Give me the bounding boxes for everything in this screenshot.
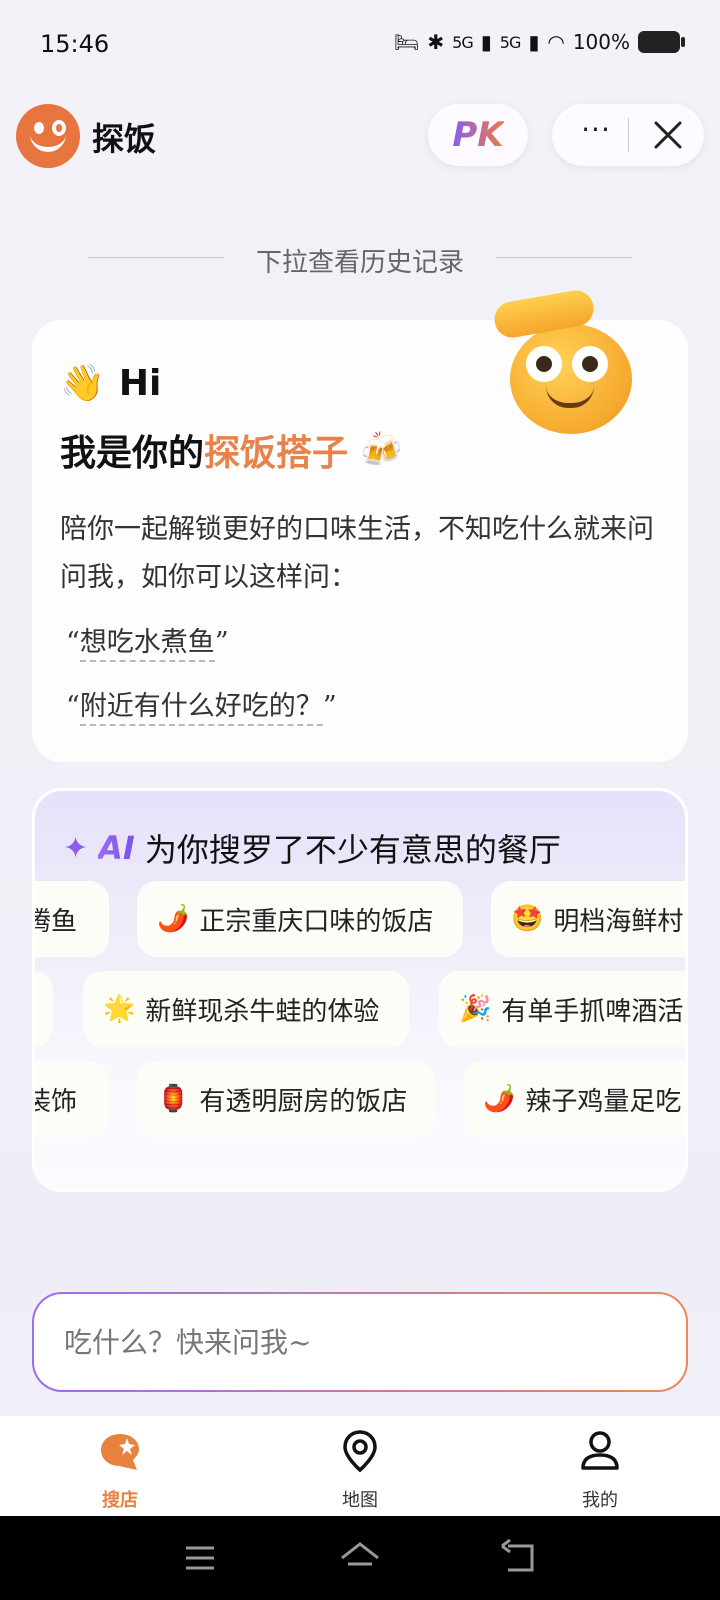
bluetooth-icon: ✱ — [427, 30, 445, 54]
ai-title-text: 为你搜罗了不少有意思的餐厅 — [144, 831, 561, 869]
greeting-prefix: 我是你的 — [60, 433, 205, 474]
suggestion-chip[interactable]: 🌶️ 辣子鸡量足吃 — [463, 1061, 685, 1137]
hint-divider-left — [88, 257, 224, 258]
app-logo-icon — [16, 104, 80, 168]
battery-text: 100% — [572, 30, 630, 54]
close-icon[interactable] — [650, 117, 686, 153]
pull-hint-text: 下拉查看历史记录 — [255, 248, 464, 278]
greeting-line: 我是你的 探饭搭子 🍻 — [60, 424, 402, 476]
signal-bars-icon-2: ▮ — [528, 30, 540, 54]
example-question-2[interactable]: “附近有什么好吃的？” — [66, 684, 337, 726]
signal-5g-icon-2: 5G — [499, 32, 522, 52]
hint-divider-right — [496, 257, 632, 258]
pk-label: PK — [452, 115, 504, 155]
menu-icon[interactable] — [178, 1536, 222, 1580]
more-icon[interactable]: ··· — [576, 116, 616, 152]
nav-label-profile: 我的 — [582, 1490, 618, 1511]
chili-icon: 🌶️ — [483, 1084, 516, 1114]
status-time: 15:46 — [40, 30, 110, 58]
signal-bars-icon: ▮ — [480, 30, 492, 54]
nav-item-search-shop[interactable]: 搜店 — [60, 1428, 180, 1512]
red-lantern-icon: 🏮 — [157, 1084, 190, 1114]
suggestion-chip[interactable]: 🤩 明档海鲜村 — [491, 881, 685, 957]
suggestion-chip[interactable]: 装饰 — [35, 1061, 109, 1137]
greeting-hi-text: Hi — [118, 362, 162, 404]
suggestion-chip[interactable]: 🌶️ 正宗重庆口味的饭店 — [137, 881, 463, 957]
example-question-1[interactable]: “想吃水煮鱼” — [66, 620, 229, 662]
suggestion-chip[interactable]: 🏮 有透明厨房的饭店 — [137, 1061, 435, 1137]
suggestion-chip[interactable]: 🎉 有单手抓啤酒活 — [439, 971, 685, 1047]
status-bar: 15:46 🛏 ✱ 5G ▮ 5G ▮ ◠ 100% — [0, 0, 720, 92]
sparkle-icon: ✦ — [63, 830, 89, 866]
example-question-2-text: 附近有什么好吃的？ — [79, 691, 323, 726]
suggestion-chip[interactable]: 🌟 新鲜现杀牛蛙的体验 — [83, 971, 409, 1047]
map-pin-icon — [343, 1430, 377, 1473]
glowing-star-icon: 🌟 — [103, 994, 136, 1024]
greeting-accent: 探饭搭子 — [204, 433, 349, 474]
mini-program-capsule: ··· — [552, 104, 704, 166]
star-eyes-icon: 🤩 — [511, 904, 544, 934]
pk-button[interactable]: PK — [428, 104, 528, 166]
ai-suggestions-card: ✦ AI 为你搜罗了不少有意思的餐厅 腾鱼 🌶️ 正宗重庆口味的饭店 🤩 明档海… — [32, 788, 688, 1192]
nav-label-search-shop: 搜店 — [102, 1490, 138, 1511]
wifi-icon: ◠ — [547, 30, 565, 54]
signal-5g-icon: 5G — [452, 32, 474, 52]
nav-label-map: 地图 — [342, 1490, 378, 1511]
nav-item-profile[interactable]: 我的 — [540, 1428, 660, 1512]
intro-text: 陪你一起解锁更好的口味生活，不知吃什么就来问问我，如你可以这样问： — [60, 514, 654, 593]
nav-item-map[interactable]: 地图 — [300, 1428, 420, 1512]
example-question-1-text: 想吃水煮鱼 — [79, 627, 215, 662]
ask-input-box[interactable] — [32, 1292, 688, 1392]
profile-icon — [581, 1431, 619, 1470]
wave-hand-icon: 👋 — [60, 363, 105, 404]
party-popper-icon: 🎉 — [459, 994, 492, 1024]
bottom-nav: 搜店 地图 我的 — [0, 1416, 720, 1516]
pull-history-hint: 下拉查看历史记录 — [0, 238, 720, 278]
app-title: 探饭 — [92, 120, 157, 158]
app-header: 探饭 PK ··· — [0, 100, 720, 170]
bed-icon: 🛏 — [394, 30, 420, 54]
ai-suggestions-title: ✦ AI 为你搜罗了不少有意思的餐厅 — [63, 825, 561, 871]
cheers-icon: 🍻 — [360, 430, 403, 470]
capsule-divider — [628, 118, 629, 152]
suggestion-chip[interactable] — [35, 971, 53, 1047]
chili-icon: 🌶️ — [157, 904, 190, 934]
greeting-hi: 👋 Hi — [60, 362, 162, 405]
battery-icon — [638, 31, 685, 53]
suggestion-chip[interactable]: 腾鱼 — [35, 881, 109, 957]
home-icon[interactable] — [338, 1536, 382, 1580]
system-nav-bar — [0, 1516, 720, 1600]
ai-label: AI — [98, 829, 135, 867]
ask-input[interactable] — [64, 1314, 664, 1370]
status-icons: 🛏 ✱ 5G ▮ 5G ▮ ◠ 100% — [394, 30, 685, 54]
mascot-salute-icon — [491, 287, 640, 436]
search-shop-icon — [101, 1434, 139, 1470]
back-icon[interactable] — [498, 1536, 542, 1580]
